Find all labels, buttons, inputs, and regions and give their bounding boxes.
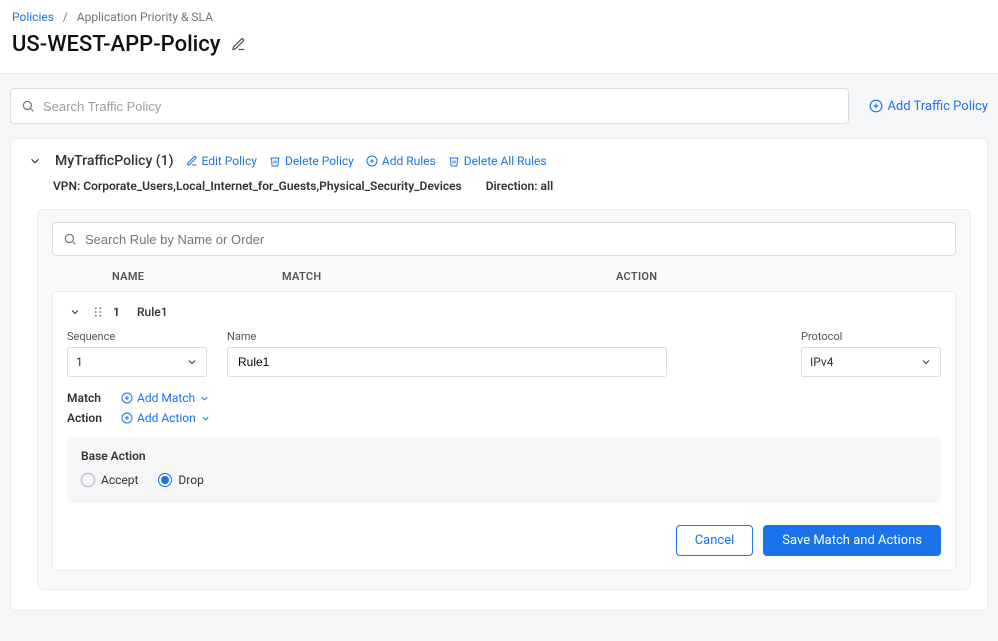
chevron-down-icon xyxy=(199,393,210,404)
delete-policy-label: Delete Policy xyxy=(285,154,354,168)
add-action-button[interactable]: Add Action xyxy=(121,411,211,425)
rule-name-label: Name xyxy=(227,330,667,343)
protocol-select[interactable]: IPv4 xyxy=(801,347,941,377)
add-traffic-policy-button[interactable]: Add Traffic Policy xyxy=(869,99,988,114)
radio-drop[interactable]: Drop xyxy=(158,473,203,487)
page-title: US-WEST-APP-Policy xyxy=(12,32,221,57)
edit-policy-label: Edit Policy xyxy=(202,154,257,168)
radio-drop-label: Drop xyxy=(178,473,203,487)
rule-name-input[interactable] xyxy=(236,354,658,370)
direction-label: Direction: xyxy=(486,179,538,193)
col-action: ACTION xyxy=(616,270,956,283)
rules-column-header: NAME MATCH ACTION xyxy=(52,266,956,291)
add-action-label: Add Action xyxy=(137,411,196,425)
rules-panel: NAME MATCH ACTION 1 Rule1 Se xyxy=(37,209,971,590)
vpn-label: VPN: xyxy=(53,179,80,193)
add-rules-button[interactable]: Add Rules xyxy=(366,154,436,168)
radio-accept-label: Accept xyxy=(101,473,138,487)
protocol-label: Protocol xyxy=(801,330,941,343)
policy-name: MyTrafficPolicy (1) xyxy=(55,153,174,169)
radio-accept[interactable]: Accept xyxy=(81,473,138,487)
page-title-row: US-WEST-APP-Policy xyxy=(0,28,998,74)
col-match: MATCH xyxy=(282,270,616,283)
edit-title-icon[interactable] xyxy=(231,37,246,52)
vpn-value: Corporate_Users,Local_Internet_for_Guest… xyxy=(83,179,461,193)
chevron-down-icon xyxy=(200,413,211,424)
radio-dot-icon xyxy=(158,473,172,487)
breadcrumb-current: Application Priority & SLA xyxy=(77,10,213,24)
sequence-value: 1 xyxy=(76,355,83,369)
breadcrumb: Policies / Application Priority & SLA xyxy=(0,0,998,28)
radio-dot-icon xyxy=(81,473,95,487)
policy-meta: VPN: Corporate_Users,Local_Internet_for_… xyxy=(27,179,971,193)
collapse-policy-button[interactable] xyxy=(27,153,43,169)
chevron-down-icon xyxy=(920,356,932,368)
col-name: NAME xyxy=(112,270,282,283)
match-section-label: Match xyxy=(67,391,107,405)
search-rule[interactable] xyxy=(52,222,956,256)
base-action-panel: Base Action Accept Drop xyxy=(67,437,941,503)
collapse-rule-button[interactable] xyxy=(67,304,83,320)
search-rule-input[interactable] xyxy=(83,231,945,248)
action-section-label: Action xyxy=(67,411,107,425)
sequence-select[interactable]: 1 xyxy=(67,347,207,377)
breadcrumb-separator: / xyxy=(57,10,74,24)
search-traffic-policy-input[interactable] xyxy=(41,98,838,115)
delete-all-rules-button[interactable]: Delete All Rules xyxy=(448,154,547,168)
search-icon xyxy=(63,232,77,246)
add-match-button[interactable]: Add Match xyxy=(121,391,210,405)
base-action-title: Base Action xyxy=(81,449,927,463)
edit-policy-button[interactable]: Edit Policy xyxy=(186,154,257,168)
rule-order: 1 xyxy=(113,305,127,319)
drag-handle-icon[interactable] xyxy=(93,306,103,318)
protocol-value: IPv4 xyxy=(810,355,833,369)
delete-all-rules-label: Delete All Rules xyxy=(464,154,547,168)
search-traffic-policy[interactable] xyxy=(10,88,849,124)
add-rules-label: Add Rules xyxy=(382,154,436,168)
chevron-down-icon xyxy=(186,356,198,368)
save-button[interactable]: Save Match and Actions xyxy=(763,525,941,556)
rule-row: 1 Rule1 Sequence 1 Name xyxy=(52,291,956,571)
delete-policy-button[interactable]: Delete Policy xyxy=(269,154,354,168)
direction-value: all xyxy=(541,179,554,193)
policy-card: MyTrafficPolicy (1) Edit Policy Delete P… xyxy=(10,138,988,611)
add-match-label: Add Match xyxy=(137,391,195,405)
rule-display-name: Rule1 xyxy=(137,305,168,319)
breadcrumb-root[interactable]: Policies xyxy=(12,10,54,24)
add-traffic-policy-label: Add Traffic Policy xyxy=(887,99,988,114)
search-icon xyxy=(21,99,35,113)
cancel-button[interactable]: Cancel xyxy=(676,525,754,556)
sequence-label: Sequence xyxy=(67,330,207,343)
rule-name-field[interactable] xyxy=(227,347,667,377)
